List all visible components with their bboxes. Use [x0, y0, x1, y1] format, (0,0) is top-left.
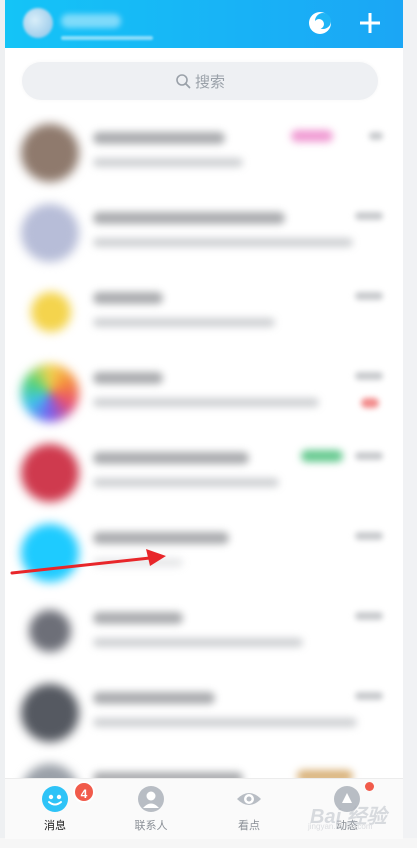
conversation-time: [355, 372, 383, 380]
tab-label: 消息: [44, 819, 66, 832]
moon-icon[interactable]: [307, 10, 333, 36]
user-avatar[interactable]: [23, 8, 53, 38]
conversation-list: [5, 114, 403, 780]
tab-contacts[interactable]: 联系人: [111, 779, 191, 839]
conversation-title: [93, 532, 229, 544]
conversation-row[interactable]: [5, 194, 403, 274]
conversation-avatar: [31, 292, 71, 332]
conversation-avatar: [21, 684, 79, 742]
conversation-time: [355, 692, 383, 700]
conversation-row[interactable]: [5, 754, 403, 780]
user-nickname-blurred[interactable]: [61, 14, 121, 28]
conversation-row[interactable]: [5, 434, 403, 514]
conversation-title: [93, 372, 163, 384]
conversation-tag: [291, 130, 333, 142]
conversation-title: [93, 292, 163, 304]
conversation-row[interactable]: [5, 674, 403, 754]
conversation-avatar: [21, 444, 79, 502]
conversation-badge: [361, 398, 379, 408]
conversation-row[interactable]: [5, 274, 403, 354]
tab-messages[interactable]: 4 消息: [15, 779, 95, 839]
conversation-row[interactable]: [5, 354, 403, 434]
conversation-title: [93, 132, 225, 144]
conversation-time: [355, 612, 383, 620]
conversation-title: [93, 612, 183, 624]
baidu-jingyan-watermark: Bai 经验 jingyan.baidu.com: [300, 800, 396, 831]
conversation-time: [355, 452, 383, 460]
conversation-avatar: [21, 364, 79, 422]
contacts-icon: [138, 786, 164, 812]
unread-badge: 4: [73, 781, 95, 803]
plus-icon[interactable]: [357, 10, 383, 36]
watermark-sub: jingyan.baidu.com: [308, 822, 373, 831]
conversation-time: [369, 132, 383, 140]
tab-watch[interactable]: 看点: [209, 779, 289, 839]
frame-bottom-edge: [0, 838, 417, 848]
conversation-tag: [301, 450, 343, 462]
user-status-blurred: [61, 36, 153, 40]
watch-icon: [237, 793, 261, 805]
conversation-row[interactable]: [5, 594, 403, 674]
search-placeholder: 搜索: [194, 72, 225, 91]
conversation-preview: [93, 238, 353, 247]
conversation-time: [355, 212, 383, 220]
conversation-preview: [93, 158, 243, 167]
conversation-title: [93, 212, 285, 224]
frame-right-edge: [403, 0, 417, 848]
top-header-bar: [5, 0, 403, 48]
annotation-arrow: [10, 549, 166, 575]
conversation-preview: [93, 638, 303, 647]
conversation-title: [93, 452, 249, 464]
conversation-avatar: [21, 204, 79, 262]
conversation-time: [355, 292, 383, 300]
conversation-preview: [93, 718, 357, 727]
conversation-time: [355, 532, 383, 540]
notification-dot: [365, 782, 374, 791]
conversation-preview: [93, 318, 275, 327]
conversation-row[interactable]: [5, 114, 403, 194]
search-icon: [176, 74, 191, 89]
search-bar[interactable]: 搜索: [22, 62, 378, 100]
tab-label: 看点: [238, 819, 260, 832]
conversation-avatar: [21, 124, 79, 182]
conversation-preview: [93, 398, 319, 407]
conversation-avatar: [29, 610, 71, 652]
qq-app-screen: 搜索 4 消息 联系人 看点 动态 Bai 经验 jingyan.baidu.c…: [0, 0, 417, 848]
conversation-preview: [93, 478, 279, 487]
tab-label: 联系人: [134, 819, 168, 832]
conversation-title: [93, 692, 215, 704]
message-icon: [42, 786, 68, 812]
